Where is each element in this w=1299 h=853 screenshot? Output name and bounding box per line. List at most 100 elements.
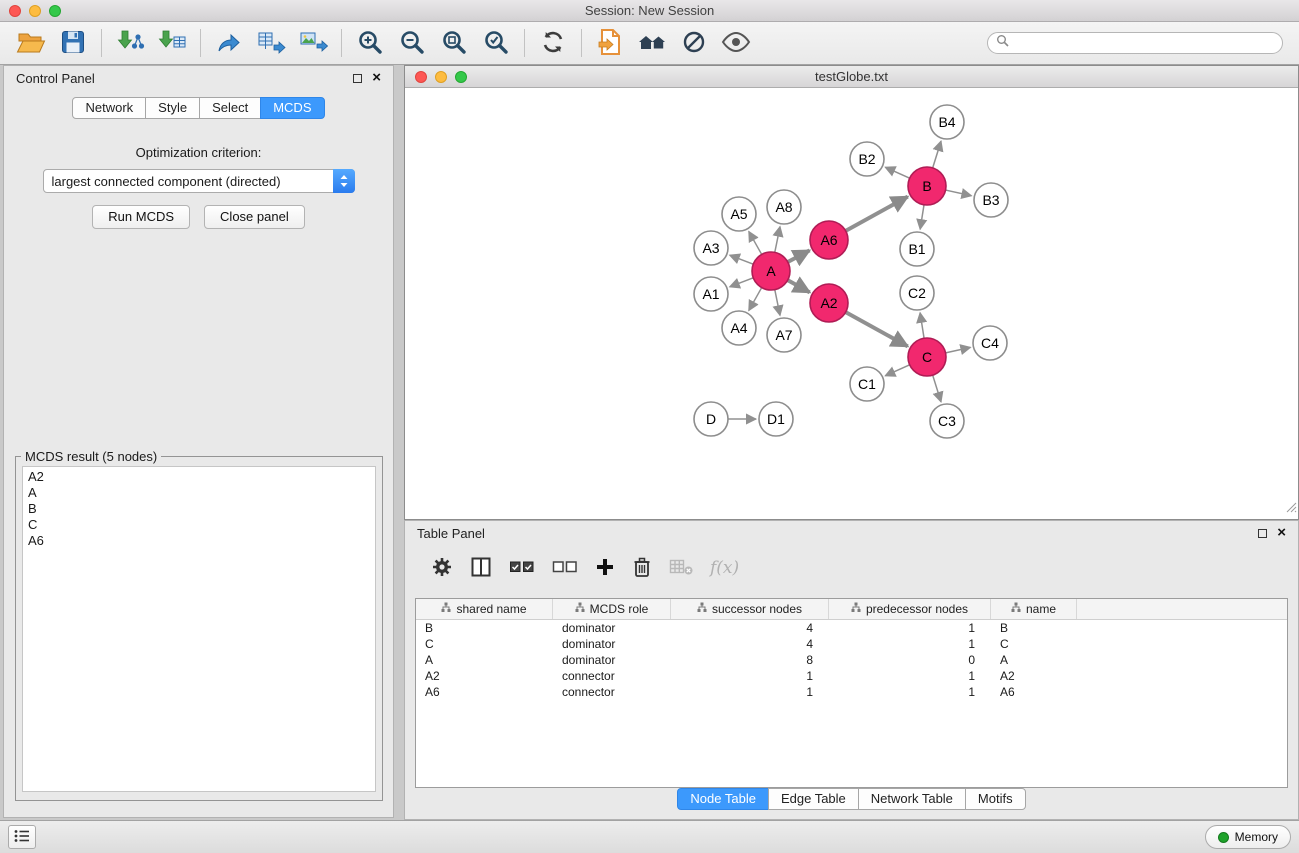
edge-B-B3[interactable] xyxy=(946,190,972,196)
node-A3[interactable]: A3 xyxy=(694,231,728,265)
edge-C-C2[interactable] xyxy=(920,313,924,338)
node-B2[interactable]: B2 xyxy=(850,142,884,176)
column-header-name[interactable]: name xyxy=(991,599,1077,619)
close-panel-button[interactable]: Close panel xyxy=(204,205,305,229)
edge-C-C3[interactable] xyxy=(933,375,941,402)
node-B[interactable]: B xyxy=(908,167,946,205)
table-row[interactable]: Cdominator41C xyxy=(416,636,1287,652)
node-C1[interactable]: C1 xyxy=(850,367,884,401)
edge-A-A5[interactable] xyxy=(749,231,762,254)
memory-button[interactable]: Memory xyxy=(1205,825,1291,849)
edge-A-A4[interactable] xyxy=(749,288,762,311)
node-C2[interactable]: C2 xyxy=(900,276,934,310)
edge-A6-B[interactable] xyxy=(846,197,908,231)
zoom-in-button[interactable] xyxy=(349,24,391,62)
tab-node-table[interactable]: Node Table xyxy=(677,788,769,810)
zoom-out-button[interactable] xyxy=(391,24,433,62)
toolbar-search[interactable] xyxy=(987,32,1283,54)
zoom-fit-button[interactable] xyxy=(433,24,475,62)
open-session-file-button[interactable] xyxy=(589,24,631,62)
result-item-a2[interactable]: A2 xyxy=(28,469,370,485)
export-table-button[interactable] xyxy=(250,24,292,62)
result-item-a6[interactable]: A6 xyxy=(28,533,370,549)
resize-grip-icon[interactable] xyxy=(1285,500,1297,518)
zoom-selected-button[interactable] xyxy=(475,24,517,62)
float-panel-icon[interactable] xyxy=(353,74,362,83)
table-cell: A2 xyxy=(991,669,1077,683)
column-header-successor-nodes[interactable]: successor nodes xyxy=(671,599,829,619)
edge-A-A3[interactable] xyxy=(730,255,754,264)
edge-C-C1[interactable] xyxy=(885,365,909,376)
edge-B-B1[interactable] xyxy=(920,205,924,229)
run-mcds-button[interactable]: Run MCDS xyxy=(92,205,190,229)
select-all-button[interactable] xyxy=(509,555,535,581)
edge-A-A1[interactable] xyxy=(730,278,754,287)
node-D[interactable]: D xyxy=(694,402,728,436)
add-row-button[interactable] xyxy=(595,555,615,581)
close-panel-icon[interactable]: × xyxy=(372,72,381,84)
column-header-shared-name[interactable]: shared name xyxy=(416,599,553,619)
save-session-button[interactable] xyxy=(52,24,94,62)
edge-B-B2[interactable] xyxy=(885,167,909,178)
edge-A-A7[interactable] xyxy=(775,290,780,316)
tab-network-table[interactable]: Network Table xyxy=(858,788,966,810)
node-A6[interactable]: A6 xyxy=(810,221,848,259)
delete-row-button[interactable] xyxy=(632,555,652,581)
tab-network[interactable]: Network xyxy=(72,97,146,119)
node-A4[interactable]: A4 xyxy=(722,311,756,345)
table-row[interactable]: A6connector11A6 xyxy=(416,684,1287,700)
export-image-button[interactable] xyxy=(292,24,334,62)
tab-edge-table[interactable]: Edge Table xyxy=(768,788,859,810)
table-settings-button[interactable] xyxy=(431,555,453,581)
network-canvas[interactable]: B4 B2 B B3 A5 A8 A6 A3 B1 A A1 C2 A2 A4 A7 C4 C C1 C3 D D1 xyxy=(405,89,1298,519)
export-network-button[interactable] xyxy=(208,24,250,62)
result-item-c[interactable]: C xyxy=(28,517,370,533)
node-D1[interactable]: D1 xyxy=(759,402,793,436)
node-A[interactable]: A xyxy=(752,252,790,290)
close-panel-icon[interactable]: × xyxy=(1277,527,1286,539)
table-row[interactable]: A2connector11A2 xyxy=(416,668,1287,684)
table-row[interactable]: Adominator80A xyxy=(416,652,1287,668)
column-header-MCDS-role[interactable]: MCDS role xyxy=(553,599,671,619)
node-A2[interactable]: A2 xyxy=(810,284,848,322)
node-A1[interactable]: A1 xyxy=(694,277,728,311)
edge-A-A6[interactable] xyxy=(788,250,810,262)
criterion-dropdown[interactable]: largest connected component (directed) xyxy=(43,169,355,193)
table-row[interactable]: Bdominator41B xyxy=(416,620,1287,636)
node-C4[interactable]: C4 xyxy=(973,326,1007,360)
edge-A2-C[interactable] xyxy=(846,312,908,346)
import-table-file-button[interactable] xyxy=(151,24,193,62)
node-A7[interactable]: A7 xyxy=(767,318,801,352)
node-table[interactable]: shared nameMCDS rolesuccessor nodesprede… xyxy=(415,598,1288,788)
tab-style[interactable]: Style xyxy=(145,97,200,119)
search-input[interactable] xyxy=(1014,36,1274,50)
node-C3[interactable]: C3 xyxy=(930,404,964,438)
edge-A-A8[interactable] xyxy=(775,227,780,253)
graphics-details-button[interactable] xyxy=(673,24,715,62)
result-item-b[interactable]: B xyxy=(28,501,370,517)
show-columns-button[interactable] xyxy=(470,555,492,581)
result-item-a[interactable]: A xyxy=(28,485,370,501)
edge-A-A2[interactable] xyxy=(788,280,810,292)
show-panels-button[interactable] xyxy=(8,825,36,849)
node-B3[interactable]: B3 xyxy=(974,183,1008,217)
tab-motifs[interactable]: Motifs xyxy=(965,788,1026,810)
node-B1[interactable]: B1 xyxy=(900,232,934,266)
tab-mcds[interactable]: MCDS xyxy=(260,97,324,119)
open-file-button[interactable] xyxy=(10,24,52,62)
node-A5[interactable]: A5 xyxy=(722,197,756,231)
node-C[interactable]: C xyxy=(908,338,946,376)
node-B4[interactable]: B4 xyxy=(930,105,964,139)
edge-C-C4[interactable] xyxy=(946,347,971,353)
refresh-layout-button[interactable] xyxy=(532,24,574,62)
edge-B-B4[interactable] xyxy=(933,141,941,168)
show-hide-button[interactable] xyxy=(715,24,757,62)
column-header-predecessor-nodes[interactable]: predecessor nodes xyxy=(829,599,991,619)
deselect-all-button[interactable] xyxy=(552,555,578,581)
first-neighbors-button[interactable] xyxy=(631,24,673,62)
import-network-file-button[interactable] xyxy=(109,24,151,62)
tab-select[interactable]: Select xyxy=(199,97,261,119)
mcds-result-list[interactable]: A2ABCA6 xyxy=(22,466,376,792)
node-A8[interactable]: A8 xyxy=(767,190,801,224)
float-panel-icon[interactable] xyxy=(1258,529,1267,538)
